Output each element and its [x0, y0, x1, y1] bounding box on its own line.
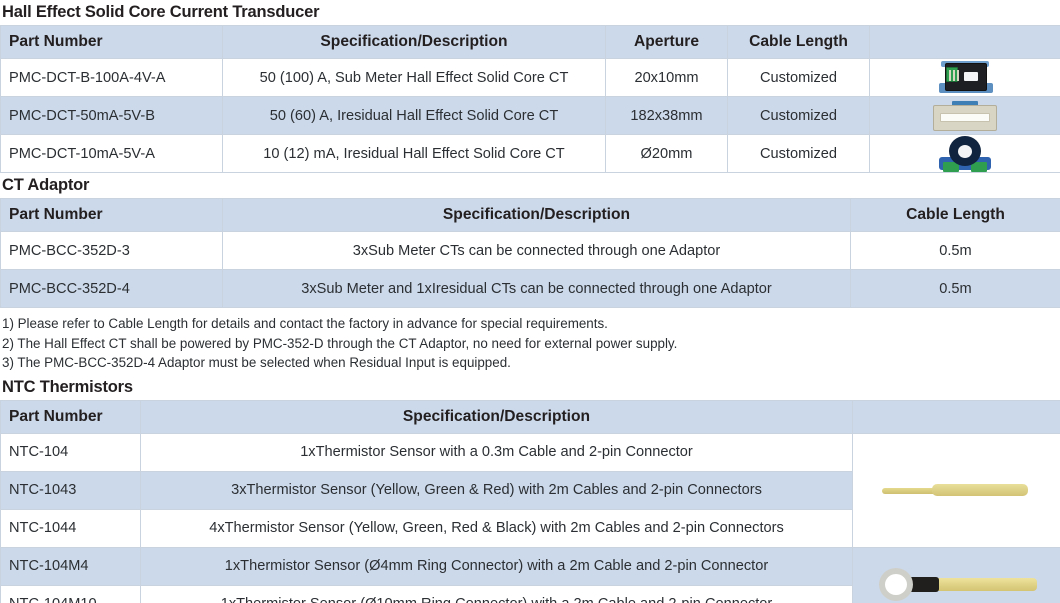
table-row: PMC-DCT-B-100A-4V-A 50 (100) A, Sub Mete…: [0, 58, 1060, 97]
footnote-3: 3) The PMC-BCC-352D-4 Adaptor must be se…: [2, 355, 511, 370]
column-header-aperture: Aperture: [605, 25, 728, 59]
cell-product-image: [852, 432, 1060, 548]
cell-part-number: PMC-BCC-352D-4: [0, 269, 223, 308]
cell-specification: 3xThermistor Sensor (Yellow, Green & Red…: [140, 470, 853, 510]
cell-cable-length: Customized: [727, 58, 870, 97]
ct-adaptor-table: Part Number Specification/Description Ca…: [0, 198, 1060, 308]
rectangular-solid-core-ct-photo: [871, 98, 1060, 134]
cell-part-number: NTC-104M4: [0, 546, 141, 586]
cell-part-number: NTC-1044: [0, 508, 141, 548]
column-header-specification: Specification/Description: [140, 399, 853, 434]
cell-part-number: PMC-DCT-B-100A-4V-A: [0, 58, 223, 97]
split-core-box-ct-photo: [871, 60, 1060, 96]
cell-cable-length: Customized: [727, 96, 870, 135]
hall-effect-table: Part Number Specification/Description Ap…: [0, 25, 1060, 173]
cell-part-number: PMC-DCT-50mA-5V-B: [0, 96, 223, 135]
cell-specification: 1xThermistor Sensor with a 0.3m Cable an…: [140, 432, 853, 472]
section-title-ntc-thermistors: NTC Thermistors: [2, 377, 133, 396]
section-title-hall-effect: Hall Effect Solid Core Current Transduce…: [2, 3, 320, 21]
table-row: PMC-BCC-352D-3 3xSub Meter CTs can be co…: [0, 231, 1060, 270]
datasheet-page: Hall Effect Solid Core Current Transduce…: [0, 0, 1060, 603]
cell-part-number: NTC-104M10: [0, 584, 141, 603]
table-header-row: Part Number Specification/Description: [0, 399, 1060, 434]
column-header-part-number: Part Number: [0, 198, 223, 232]
footnote-1: 1) Please refer to Cable Length for deta…: [2, 316, 608, 331]
cell-cable-length: Customized: [727, 134, 870, 173]
table-row: NTC-104M4 1xThermistor Sensor (Ø4mm Ring…: [0, 546, 1060, 603]
cell-part-number: PMC-DCT-10mA-5V-A: [0, 134, 223, 173]
column-header-part-number: Part Number: [0, 399, 141, 434]
round-hall-sensor-photo: [871, 135, 1060, 172]
cell-specification: 50 (60) A, Iresidual Hall Effect Solid C…: [222, 96, 606, 135]
section-title-ct-adaptor: CT Adaptor: [2, 176, 90, 194]
column-header-image: [852, 399, 1060, 434]
cell-specification: 50 (100) A, Sub Meter Hall Effect Solid …: [222, 58, 606, 97]
column-header-specification: Specification/Description: [222, 25, 606, 59]
thermistor-ring-terminal-photo: [854, 548, 1060, 603]
cell-aperture: Ø20mm: [605, 134, 728, 173]
column-header-cable-length: Cable Length: [850, 198, 1060, 232]
cell-part-number: NTC-104: [0, 432, 141, 472]
column-header-specification: Specification/Description: [222, 198, 851, 232]
cell-specification: 1xThermistor Sensor (Ø4mm Ring Connector…: [140, 546, 853, 586]
column-header-part-number: Part Number: [0, 25, 223, 59]
cell-product-image: [869, 96, 1060, 135]
cell-product-image: [869, 134, 1060, 173]
ntc-thermistors-table: Part Number Specification/Description NT…: [0, 399, 1060, 603]
column-header-cable-length: Cable Length: [727, 25, 870, 59]
thermistor-probe-photo: [854, 434, 1060, 546]
cell-specification: 3xSub Meter CTs can be connected through…: [222, 231, 851, 270]
cell-part-number: PMC-BCC-352D-3: [0, 231, 223, 270]
table-header-row: Part Number Specification/Description Ca…: [0, 198, 1060, 232]
table-row: PMC-DCT-50mA-5V-B 50 (60) A, Iresidual H…: [0, 96, 1060, 135]
cell-specification: 10 (12) mA, Iresidual Hall Effect Solid …: [222, 134, 606, 173]
table-row: NTC-104 1xThermistor Sensor with a 0.3m …: [0, 432, 1060, 548]
cell-part-number: NTC-1043: [0, 470, 141, 510]
table-row: PMC-DCT-10mA-5V-A 10 (12) mA, Iresidual …: [0, 134, 1060, 173]
cell-aperture: 20x10mm: [605, 58, 728, 97]
cell-cable-length: 0.5m: [850, 269, 1060, 308]
cell-cable-length: 0.5m: [850, 231, 1060, 270]
cell-product-image: [852, 546, 1060, 603]
column-header-image: [869, 25, 1060, 59]
cell-specification: 1xThermistor Sensor (Ø10mm Ring Connecto…: [140, 584, 853, 603]
table-header-row: Part Number Specification/Description Ap…: [0, 25, 1060, 59]
footnotes: 1) Please refer to Cable Length for deta…: [0, 308, 1060, 375]
cell-specification: 3xSub Meter and 1xIresidual CTs can be c…: [222, 269, 851, 308]
table-row: PMC-BCC-352D-4 3xSub Meter and 1xIresidu…: [0, 269, 1060, 308]
cell-aperture: 182x38mm: [605, 96, 728, 135]
cell-specification: 4xThermistor Sensor (Yellow, Green, Red …: [140, 508, 853, 548]
cell-product-image: [869, 58, 1060, 97]
footnote-2: 2) The Hall Effect CT shall be powered b…: [2, 335, 678, 351]
